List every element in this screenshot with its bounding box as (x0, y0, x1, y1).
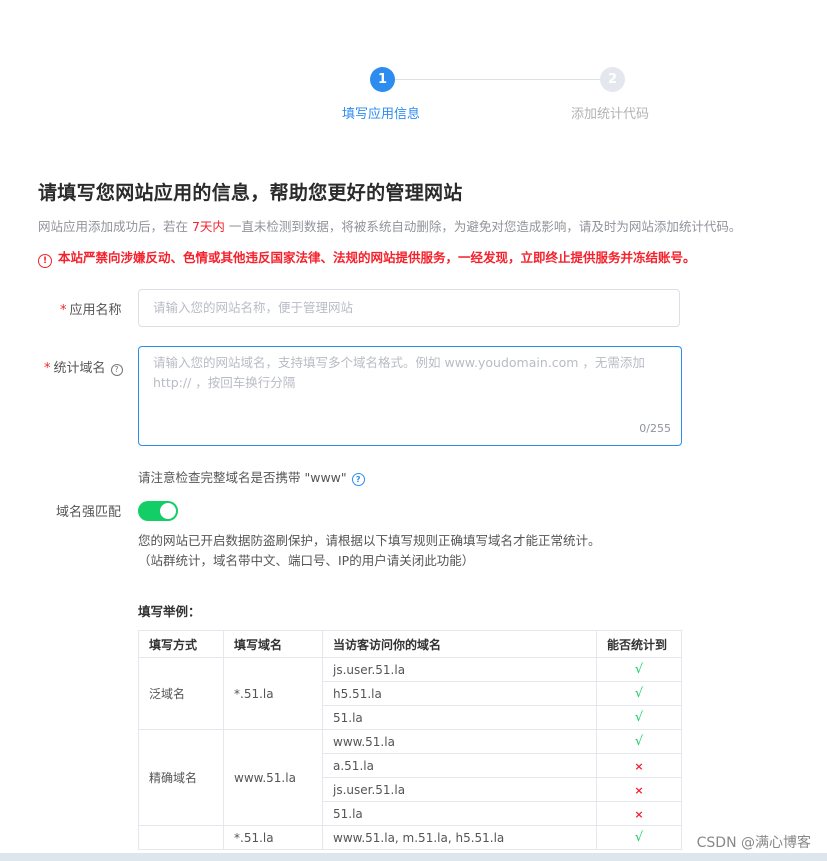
visit-cell: h5.51.la (322, 681, 597, 706)
result-cell: √ (596, 825, 682, 850)
table-row: 精确域名 www.51.la www.51.la √ (138, 729, 682, 826)
watermark: CSDN @满心博客 (696, 835, 811, 851)
cross-icon: × (634, 807, 644, 821)
domain-label-text: 统计域名 (53, 361, 106, 376)
result-cell: √ (596, 657, 682, 682)
result-cell: √ (596, 705, 682, 730)
notice-before: 网站应用添加成功后，若在 (38, 219, 192, 234)
notice-after: 一直未检测到数据，将被系统自动删除，为避免对您造成影响，请及时为网站添加统计代码… (224, 219, 742, 234)
visit-cell: www.51.la, m.51.la, h5.51.la (322, 825, 597, 850)
steps: 1 2 填写应用信息 添加统计代码 (330, 67, 670, 127)
table-row: 泛域名 *.51.la js.user.51.la √ (138, 657, 682, 730)
check-icon: √ (634, 734, 644, 749)
hint-text: 请注意检查完整域名是否携带 "www" (138, 470, 347, 485)
visit-cell: a.51.la (322, 753, 597, 778)
strict-match-label: 域名强匹配 (56, 505, 122, 520)
check-icon: √ (634, 686, 644, 701)
question-circle-icon[interactable]: ? (110, 364, 123, 376)
table-header-row: 填写方式 填写域名 当访客访问你的域名 能否统计到 (138, 630, 682, 658)
app-name-input[interactable]: 请输入您的网站名称，便于管理网站 (138, 289, 680, 327)
example-title: 填写举例： (138, 604, 201, 619)
table-row: *.51.la www.51.la, m.51.la, h5.51.la √ (138, 825, 682, 850)
domain-cell: *.51.la (223, 657, 323, 730)
www-hint: 请注意检查完整域名是否携带 "www"? (138, 467, 365, 486)
method-cell: 泛域名 (138, 657, 224, 730)
domain-textarea[interactable]: 请输入您的网站域名，支持填写多个域名格式。例如 www.youdomain.co… (138, 346, 682, 446)
toggle-knob (160, 503, 176, 519)
bottom-bar (0, 853, 827, 861)
steps-connector (384, 79, 601, 80)
result-cell: √ (596, 729, 682, 754)
method-cell: 精确域名 (138, 729, 224, 826)
header-domain: 填写域名 (223, 630, 323, 658)
strict-match-toggle[interactable] (138, 501, 178, 521)
visit-cell: js.user.51.la (322, 657, 597, 682)
visit-cell: 51.la (322, 801, 597, 826)
domain-placeholder-line1: 请输入您的网站域名，支持填写多个域名格式。例如 www.youdomain.co… (153, 355, 645, 370)
description-line1: 您的网站已开启数据防盗刷保护，请根据以下填写规则正确填写域名才能正常统计。 (138, 533, 601, 548)
domain-cell: *.51.la (223, 825, 323, 850)
domain-label: * 统计域名? (44, 357, 123, 376)
example-table: 填写方式 填写域名 当访客访问你的域名 能否统计到 泛域名 *.51.la js… (138, 630, 682, 850)
step-2-circle: 2 (600, 67, 625, 92)
result-cell: × (596, 777, 682, 802)
app-name-label: * 应用名称 (60, 299, 122, 318)
step-2-label: 添加统计代码 (571, 107, 650, 122)
check-icon: √ (634, 830, 644, 845)
warning-text: 本站严禁向涉嫌反动、色情或其他违反国家法律、法规的网站提供服务，一经发现，立即终… (58, 250, 696, 265)
app-name-label-text: 应用名称 (69, 303, 122, 318)
required-mark: * (44, 361, 51, 376)
step-1-label: 填写应用信息 (342, 107, 421, 122)
protection-description: 您的网站已开启数据防盗刷保护，请根据以下填写规则正确填写域名才能正常统计。 （站… (138, 531, 601, 571)
header-result: 能否统计到 (596, 630, 682, 658)
check-icon: √ (634, 662, 644, 677)
description-line2: （站群统计，域名带中文、端口号、IP的用户请关闭此功能） (138, 553, 475, 568)
required-mark: * (60, 303, 67, 318)
notice-highlight: 7天内 (191, 219, 225, 234)
cross-icon: × (634, 759, 644, 773)
domain-cell: www.51.la (223, 729, 323, 826)
page-title: 请填写您网站应用的信息，帮助您更好的管理网站 (38, 182, 463, 204)
auto-delete-notice: 网站应用添加成功后，若在 7天内 一直未检测到数据，将被系统自动删除，为避免对您… (38, 216, 741, 235)
header-visit: 当访客访问你的域名 (322, 630, 597, 658)
legal-warning: ! 本站严禁向涉嫌反动、色情或其他违反国家法律、法规的网站提供服务，一经发现，立即… (38, 247, 696, 268)
header-method: 填写方式 (138, 630, 224, 658)
domain-placeholder-line2: http:// ，按回车换行分隔 (153, 375, 296, 390)
visit-cell: js.user.51.la (322, 777, 597, 802)
method-cell (138, 825, 224, 850)
visit-cell: www.51.la (322, 729, 597, 754)
result-cell: × (596, 801, 682, 826)
step-1-circle: 1 (370, 67, 395, 92)
cross-icon: × (634, 783, 644, 797)
char-counter: 0/255 (639, 422, 671, 435)
question-circle-icon[interactable]: ? (351, 473, 365, 486)
visit-cell: 51.la (322, 705, 597, 730)
result-cell: × (596, 753, 682, 778)
result-cell: √ (596, 681, 682, 706)
check-icon: √ (634, 710, 644, 725)
exclamation-circle-icon: ! (38, 254, 52, 268)
